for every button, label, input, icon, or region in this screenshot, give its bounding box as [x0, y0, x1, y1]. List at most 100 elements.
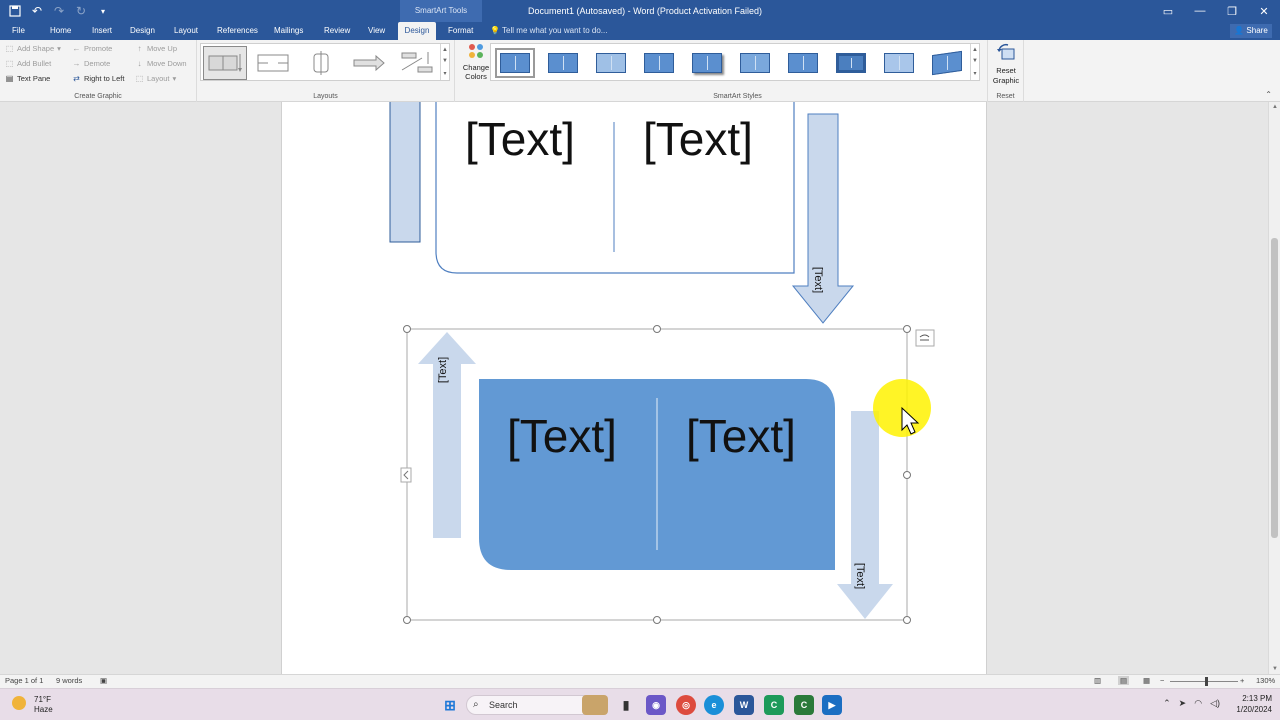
resize-handle[interactable]	[403, 325, 411, 333]
ribbon-display-options-icon[interactable]: ▭	[1152, 0, 1184, 22]
layout-thumb-2[interactable]	[251, 46, 295, 80]
top-arrow-text[interactable]: [Text]	[812, 267, 824, 293]
style-thumb-1[interactable]	[495, 48, 535, 78]
media-player-icon[interactable]: ▶	[822, 695, 842, 715]
share-button[interactable]: 👤 Share	[1230, 24, 1272, 38]
resize-handle[interactable]	[653, 616, 661, 624]
resize-handle[interactable]	[903, 616, 911, 624]
zoom-slider[interactable]	[1170, 681, 1238, 682]
undo-icon[interactable]: ↶	[28, 2, 46, 20]
close-icon[interactable]: ✕	[1248, 0, 1280, 22]
vertical-scrollbar[interactable]: ▲ ▼	[1268, 102, 1280, 674]
document-page[interactable]: [Text] [Text] [Text] [Text] [Text] [Text…	[281, 102, 987, 674]
top-cell-2-text[interactable]: [Text]	[643, 112, 753, 166]
bottom-cell-2-text[interactable]: [Text]	[686, 409, 796, 463]
resize-handle[interactable]	[903, 325, 911, 333]
top-left-arrow-shaft[interactable]	[389, 102, 421, 243]
camtasia-icon[interactable]: C	[764, 695, 784, 715]
zoom-level[interactable]: 130%	[1256, 676, 1275, 685]
tell-me-box[interactable]: 💡 Tell me what you want to do...	[490, 22, 607, 40]
chrome-icon[interactable]: ◎	[676, 695, 696, 715]
add-shape-button[interactable]: ⬚ Add Shape ▾	[5, 44, 61, 53]
file-explorer-icon[interactable]: ▮	[616, 695, 636, 715]
tab-file[interactable]: File	[8, 22, 29, 40]
style-thumb-8[interactable]	[831, 48, 871, 78]
camtasia-recorder-icon[interactable]: C	[794, 695, 814, 715]
demote-button[interactable]: → Demote	[72, 59, 111, 68]
style-thumb-5[interactable]	[687, 48, 727, 78]
collapse-ribbon-icon[interactable]: ⌃	[1265, 90, 1272, 99]
tab-smartart-design[interactable]: Design	[398, 22, 436, 40]
layout-thumb-4[interactable]	[347, 46, 391, 80]
text-pane-button[interactable]: ▤ Text Pane	[5, 74, 51, 83]
layout-thumb-5[interactable]	[395, 46, 439, 80]
layout-thumb-3[interactable]	[299, 46, 343, 80]
top-cell-1-text[interactable]: [Text]	[465, 112, 575, 166]
style-thumb-6[interactable]	[735, 48, 775, 78]
zoom-slider-thumb[interactable]	[1205, 677, 1208, 686]
scroll-up-icon[interactable]: ▲	[1269, 104, 1280, 110]
location-icon[interactable]: ➤	[1179, 698, 1187, 709]
proofing-icon[interactable]: ▣	[100, 676, 107, 685]
repeat-icon[interactable]: ↻	[72, 2, 90, 20]
tab-review[interactable]: Review	[320, 22, 354, 40]
resize-handle[interactable]	[903, 471, 911, 479]
read-mode-icon[interactable]: ▥	[1094, 676, 1101, 685]
resize-handle[interactable]	[403, 616, 411, 624]
style-thumb-10[interactable]	[927, 48, 967, 78]
tab-insert[interactable]: Insert	[88, 22, 116, 40]
reset-graphic-button[interactable]: Reset Graphic	[988, 43, 1024, 86]
scroll-down-icon[interactable]: ▼	[1269, 666, 1280, 672]
move-up-button[interactable]: ↑ Move Up	[135, 44, 178, 53]
layout-options-button[interactable]	[915, 329, 935, 347]
layout-button[interactable]: ⬚ Layout ▾	[135, 74, 177, 83]
tab-mailings[interactable]: Mailings	[270, 22, 307, 40]
page-count[interactable]: Page 1 of 1	[5, 676, 43, 685]
tab-design[interactable]: Design	[126, 22, 159, 40]
restore-icon[interactable]: ❐	[1216, 0, 1248, 22]
right-to-left-button[interactable]: ⇄ Right to Left	[72, 74, 124, 83]
print-layout-icon[interactable]: ▤	[1118, 676, 1130, 685]
ribbon-tabs: File Home Insert Design Layout Reference…	[0, 22, 1280, 40]
style-thumb-2[interactable]	[543, 48, 583, 78]
resize-handle[interactable]	[653, 325, 661, 333]
bottom-cell-1-text[interactable]: [Text]	[507, 409, 617, 463]
styles-gallery-scroll[interactable]: ▲ ▼ ▾	[970, 44, 979, 80]
style-thumb-7[interactable]	[783, 48, 823, 78]
web-layout-icon[interactable]: ▦	[1143, 676, 1150, 685]
redo-icon[interactable]: ↷	[50, 2, 68, 20]
style-thumb-9[interactable]	[879, 48, 919, 78]
word-count[interactable]: 9 words	[56, 676, 82, 685]
tab-home[interactable]: Home	[46, 22, 75, 40]
style-thumb-3[interactable]	[591, 48, 631, 78]
style-preview	[644, 53, 674, 73]
zoom-in-icon[interactable]: +	[1240, 676, 1244, 685]
layout-thumb-1[interactable]	[203, 46, 247, 80]
customize-qat-icon[interactable]: ▾	[94, 2, 112, 20]
right-arrow-text[interactable]: [Text]	[854, 563, 866, 589]
left-arrow-text[interactable]: [Text]	[437, 357, 449, 383]
save-icon[interactable]	[6, 2, 24, 20]
edge-icon[interactable]: e	[704, 695, 724, 715]
tab-view[interactable]: View	[364, 22, 389, 40]
chat-icon[interactable]: ◉	[646, 695, 666, 715]
tab-layout[interactable]: Layout	[170, 22, 202, 40]
clock[interactable]: 2:13 PM 1/20/2024	[1236, 693, 1272, 715]
promote-button[interactable]: ← Promote	[72, 44, 113, 53]
zoom-out-icon[interactable]: −	[1160, 676, 1164, 685]
volume-icon[interactable]: ◁)	[1210, 698, 1220, 709]
style-thumb-4[interactable]	[639, 48, 679, 78]
move-down-button[interactable]: ↓ Move Down	[135, 59, 187, 68]
scrollbar-thumb[interactable]	[1271, 238, 1278, 538]
windows-start-icon[interactable]: ⊞	[440, 695, 460, 715]
add-bullet-button[interactable]: ⬚ Add Bullet	[5, 59, 51, 68]
tab-smartart-format[interactable]: Format	[444, 22, 477, 40]
widget-icon[interactable]	[582, 695, 608, 715]
word-icon[interactable]: W	[734, 695, 754, 715]
layouts-gallery-scroll[interactable]: ▲ ▼ ▾	[440, 44, 449, 80]
minimize-icon[interactable]: —	[1184, 0, 1216, 22]
tab-references[interactable]: References	[213, 22, 262, 40]
chevron-up-icon[interactable]: ⌃	[1163, 698, 1171, 709]
text-pane-toggle[interactable]	[400, 467, 412, 483]
wifi-icon[interactable]: ◠	[1194, 698, 1202, 709]
